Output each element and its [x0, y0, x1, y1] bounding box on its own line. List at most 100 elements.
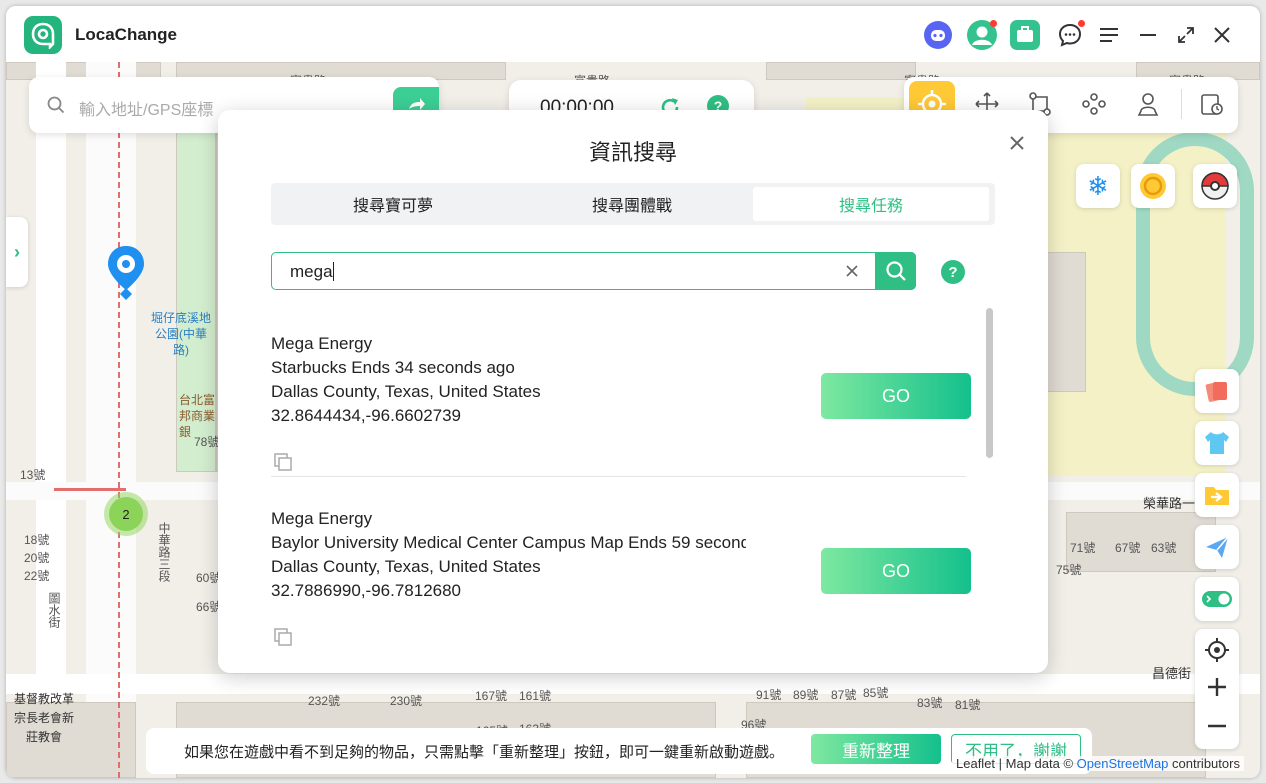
dialog-close-button[interactable] — [1006, 132, 1028, 154]
map-label: 89號 — [793, 688, 819, 702]
pokeball-button[interactable] — [1193, 164, 1237, 208]
result-title: Mega Energy — [271, 334, 373, 353]
chevron-right-icon: › — [14, 241, 20, 262]
go-button[interactable]: GO — [821, 548, 971, 594]
search-help-icon[interactable]: ? — [941, 260, 965, 284]
result-subtitle: Starbucks Ends 34 seconds ago — [271, 358, 515, 377]
result-location: Dallas County, Texas, United States — [271, 557, 541, 576]
snowflake-button[interactable]: ❄ — [1076, 164, 1120, 208]
road-label: 中華路三段 — [157, 522, 171, 582]
app-title: LocaChange — [75, 25, 178, 44]
map-label: 18號 — [24, 533, 50, 547]
road-label: 圖水街 — [47, 592, 61, 628]
map-label: 230號 — [390, 694, 423, 708]
history-icon — [1201, 94, 1223, 115]
plus-icon — [1208, 678, 1226, 696]
cards-button[interactable] — [1195, 369, 1239, 413]
multi-route-icon — [1082, 93, 1106, 115]
map-rail — [54, 488, 126, 491]
map-label: 161號 — [519, 689, 552, 703]
clear-input-icon[interactable] — [844, 263, 860, 279]
search-submit-button[interactable] — [875, 252, 916, 290]
tab-search-pokemon[interactable]: 搜尋寶可夢 — [275, 187, 511, 221]
map-label: 81號 — [955, 698, 981, 712]
feedback-icon[interactable] — [1055, 20, 1085, 50]
attribution-prefix: Leaflet | Map data © — [956, 756, 1077, 771]
maximize-icon[interactable] — [1171, 20, 1201, 50]
result-subtitle: Baylor University Medical Center Campus … — [271, 533, 746, 552]
shirt-icon — [1205, 432, 1229, 454]
map-label: 91號 — [756, 688, 782, 702]
map-label: 85號 — [863, 686, 889, 700]
map-rail — [118, 62, 120, 778]
toggle-button[interactable] — [1195, 577, 1239, 621]
list-item: Mega Energy Baylor University Medical Ce… — [271, 507, 971, 603]
multi-spot-mode-button[interactable] — [1071, 81, 1117, 127]
tab-search-quest[interactable]: 搜尋任務 — [753, 187, 989, 221]
map-label: 232號 — [308, 694, 341, 708]
attribution-suffix: contributors — [1168, 756, 1240, 771]
map-cluster[interactable]: 2 — [104, 492, 148, 536]
jump-mode-button[interactable] — [1125, 81, 1171, 127]
tab-search-raid[interactable]: 搜尋團體戰 — [513, 187, 751, 221]
park-label: 堀仔底溪地公園(中華路) — [151, 311, 212, 357]
map-attribution: Leaflet | Map data © OpenStreetMap contr… — [952, 756, 1244, 771]
send-button[interactable] — [1195, 525, 1239, 569]
quest-search-input[interactable]: mega — [271, 252, 916, 290]
discord-icon[interactable] — [923, 20, 953, 50]
pokestop-marker[interactable] — [106, 244, 146, 306]
history-button[interactable] — [1189, 81, 1235, 127]
list-item: Mega Energy Starbucks Ends 34 seconds ag… — [271, 332, 971, 428]
zoom-in-button[interactable] — [1206, 676, 1228, 703]
toggle-icon — [1202, 591, 1232, 607]
sidebar-toggle[interactable]: › — [6, 217, 28, 287]
address-search-placeholder: 輸入地址/GPS座標 — [79, 102, 214, 119]
search-type-tabs: 搜尋寶可夢 搜尋團體戰 搜尋任務 — [271, 183, 995, 225]
person-pin-icon — [1137, 93, 1159, 116]
map-label: 71號 — [1070, 541, 1096, 555]
map-label: 75號 — [1056, 563, 1082, 577]
results-scrollbar[interactable] — [986, 308, 993, 458]
text-cursor — [333, 262, 334, 281]
menu-icon[interactable] — [1095, 20, 1125, 50]
osm-link[interactable]: OpenStreetMap — [1077, 756, 1169, 771]
title-bar: LocaChange — [6, 6, 1260, 62]
minus-icon — [1208, 724, 1226, 728]
copy-icon[interactable] — [273, 627, 293, 647]
cards-icon — [1205, 382, 1227, 402]
zoom-out-button[interactable] — [1206, 715, 1228, 742]
copy-icon[interactable] — [273, 452, 293, 472]
map-label: 20號 — [24, 551, 50, 565]
result-title: Mega Energy — [271, 509, 373, 528]
search-input-value: mega — [290, 262, 333, 281]
locate-button[interactable] — [1204, 637, 1230, 668]
folder-import-icon — [1205, 487, 1229, 505]
notification-dot — [1078, 20, 1085, 27]
map-label: 63號 — [1151, 541, 1177, 555]
coin-button[interactable] — [1131, 164, 1175, 208]
refresh-button[interactable]: 重新整理 — [811, 734, 941, 764]
map-block — [1046, 252, 1086, 392]
cluster-count: 2 — [109, 497, 143, 531]
map-controls — [1195, 629, 1239, 749]
refresh-tip-banner: 如果您在遊戲中看不到足夠的物品，只需點擊「重新整理」按鈕，即可一鍵重新啟動遊戲。… — [146, 728, 1092, 774]
outfit-button[interactable] — [1195, 421, 1239, 465]
import-button[interactable] — [1195, 473, 1239, 517]
result-divider — [271, 476, 966, 477]
close-icon[interactable] — [1207, 20, 1237, 50]
map-label: 87號 — [831, 688, 857, 702]
map-label: 13號 — [20, 468, 46, 482]
map-label: 67號 — [1115, 541, 1141, 555]
snowflake-icon: ❄ — [1087, 170, 1109, 201]
banner-message: 如果您在遊戲中看不到足夠的物品，只需點擊「重新整理」按鈕，即可一鍵重新啟動遊戲。 — [184, 744, 785, 761]
go-button[interactable]: GO — [821, 373, 971, 419]
map-label: 78號 — [194, 435, 220, 449]
search-icon — [885, 261, 906, 281]
avatar[interactable] — [967, 20, 997, 50]
result-coords: 32.7886990,-96.7812680 — [271, 581, 462, 600]
road-label: 昌德街 — [1152, 666, 1192, 681]
toolbox-icon[interactable] — [1010, 20, 1040, 50]
locate-icon — [1205, 638, 1229, 662]
minimize-icon[interactable] — [1133, 20, 1163, 50]
map-road — [6, 674, 1260, 694]
